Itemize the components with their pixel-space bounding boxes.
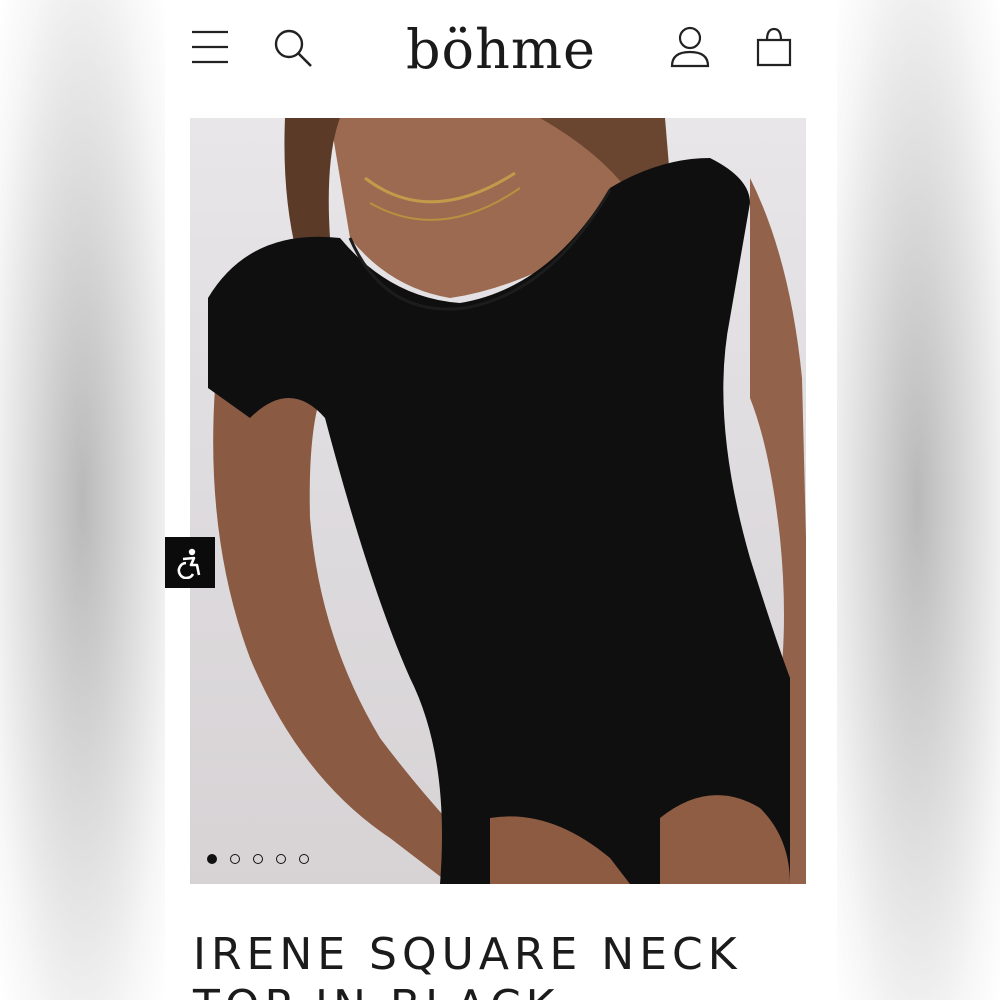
right-backdrop (835, 0, 1000, 1000)
brand-logo[interactable]: böhme (165, 18, 837, 81)
shopping-bag-icon[interactable] (755, 26, 793, 68)
carousel-dot-2[interactable] (230, 854, 240, 864)
left-backdrop (0, 0, 165, 1000)
carousel-dot-5[interactable] (299, 854, 309, 864)
carousel-dot-4[interactable] (276, 854, 286, 864)
accessibility-icon (177, 548, 201, 579)
product-title: IRENE SQUARE NECK TOP IN BLACK (193, 929, 742, 1000)
carousel-dot-1[interactable] (207, 854, 217, 864)
accessibility-button[interactable] (165, 537, 215, 588)
account-icon[interactable] (670, 26, 710, 68)
carousel-dot-3[interactable] (253, 854, 263, 864)
carousel-dots (207, 854, 309, 864)
product-image[interactable] (190, 118, 806, 884)
product-photo (208, 118, 806, 884)
site-header: böhme (165, 0, 837, 110)
mobile-page: böhme IRENE SQUARE NECK (165, 0, 837, 1000)
